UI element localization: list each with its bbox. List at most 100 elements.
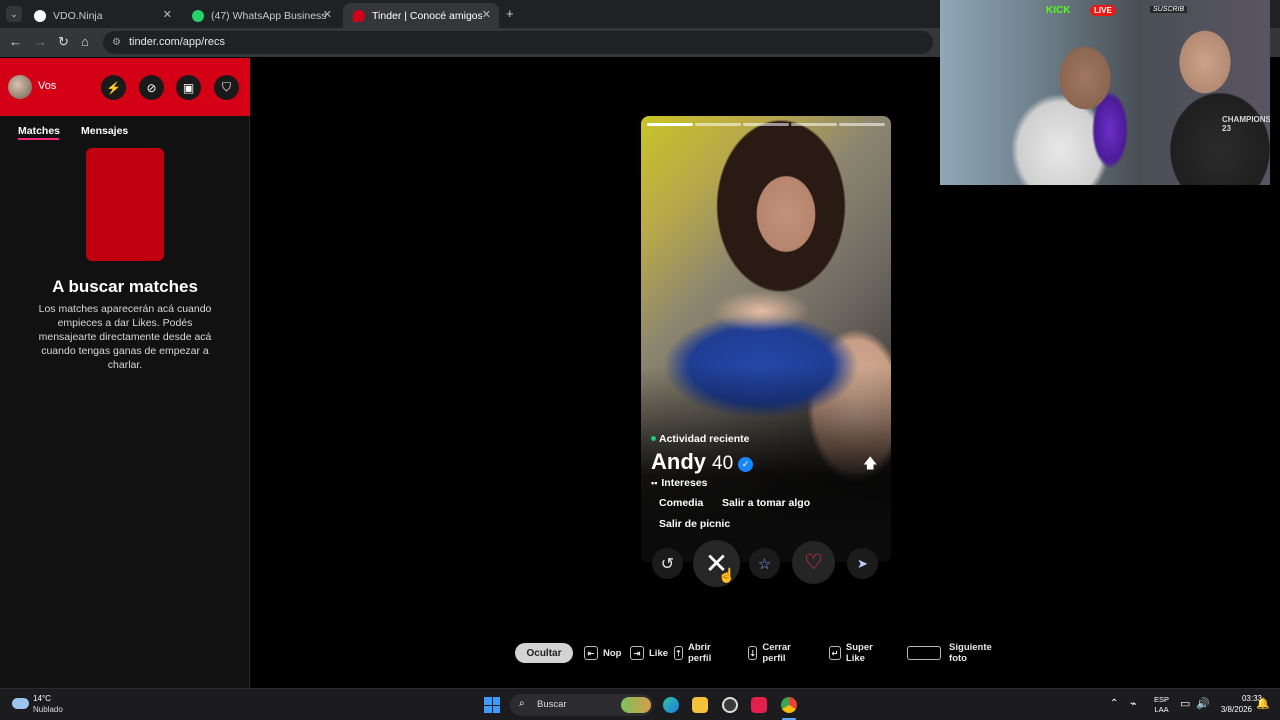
weather-temperature[interactable]: 14°C [33,694,51,703]
home-icon[interactable]: ⌂ [81,34,89,49]
interests-label-text: Intereses [661,477,708,489]
profile-card[interactable]: Actividad reciente Andy 40 ✓ 🡅 ▪▪ Interes… [641,116,891,562]
like-button[interactable]: ♡ [792,541,835,584]
tab-whatsapp[interactable]: (47) WhatsApp Business ✕ [182,3,340,28]
tiktok-icon[interactable] [751,697,767,713]
shield-icon[interactable]: ⛉ [214,75,239,100]
chrome-icon[interactable] [781,697,797,713]
explore-icon[interactable]: ⊘ [139,75,164,100]
empty-state-title: A buscar matches [52,277,198,296]
network-icon[interactable]: ⌁ [1130,697,1137,710]
photo-gradient [641,116,891,562]
shortcut-label: Super Like [845,642,873,664]
forward-icon[interactable]: → [34,34,47,49]
tab-tinder[interactable]: Tinder | Conocé amigos y gente ✕ [343,3,499,28]
open-profile-arrow-icon[interactable]: 🡅 [863,453,877,477]
taskbar: 14°C Nublado ⌕ Buscar ⌃ ⌁ ESP LAA ▭🔊 03:… [0,688,1280,720]
heart-icon: ♡ [804,551,823,574]
search-placeholder: Buscar [537,699,567,710]
edge-icon[interactable] [663,697,679,713]
right-arrow-key-icon: ⇥ [630,646,644,660]
super-like-button[interactable]: ☆ [749,548,780,579]
reload-icon[interactable]: ↻ [58,34,69,50]
interest-chip: Comedia [659,497,704,509]
back-icon[interactable]: ← [9,34,22,49]
briefcase-icon[interactable]: ▣ [176,75,201,100]
obs-icon[interactable] [722,697,738,713]
avatar[interactable] [8,75,32,99]
tab-vdo-ninja[interactable]: VDO.Ninja ✕ [24,3,180,28]
language-indicator[interactable]: ESP LAA [1154,695,1169,715]
address-bar[interactable]: ⚙ tinder.com/app/recs [103,31,933,54]
interests-grid-icon: ▪▪ [651,478,658,488]
shortcut-next-photo: Siguiente foto [907,642,1000,664]
site-info-icon[interactable]: ⚙ [112,37,121,48]
sidebar: Vos ⚡ ⊘ ▣ ⛉ Matches Mensajes A buscar ma… [0,58,250,688]
send-icon: ➤ [857,555,868,571]
shortcut-super-like: ↵ Super Like [829,642,878,664]
jersey-text: CHAMPIONS 23 [1222,115,1270,133]
new-tab-button[interactable]: + [506,6,514,21]
activity-text: Actividad reciente [659,433,750,445]
shortcut-open-profile: ⇡ Abrir perfil [674,642,716,664]
live-badge: LIVE [1090,5,1116,16]
sidebar-header: Vos ⚡ ⊘ ▣ ⛉ [0,58,250,116]
taskbar-search[interactable]: ⌕ Buscar [510,694,653,716]
enter-key-icon: ↵ [829,646,841,660]
whatsapp-icon [192,9,204,22]
clock-date[interactable]: 3/8/2026 [1212,705,1252,714]
notification-bell-icon[interactable]: 🔔 [1256,697,1270,710]
tab-matches[interactable]: Matches [18,125,60,137]
webcam-overlay: KICK LIVE SUSCRIB CHAMPIONS 23 [940,0,1270,185]
url-text: tinder.com/app/recs [129,36,225,48]
activity-status: Actividad reciente [651,433,749,445]
system-tray-icons[interactable]: ▭🔊 [1180,697,1216,710]
tab-title: VDO.Ninja [53,9,103,22]
photo-progress-segment [743,123,789,126]
windows-start-icon[interactable] [484,697,500,713]
down-arrow-key-icon: ⇣ [748,646,758,660]
language-top: ESP [1154,695,1170,704]
space-key-icon [907,646,942,660]
shortcut-label: Abrir perfil [687,642,712,664]
interest-chip: Salir a tomar algo [722,497,811,509]
photo-progress-segment [791,123,837,126]
mouse-cursor-icon: ☝ [718,567,736,583]
match-placeholder-card [86,148,164,261]
close-tab-icon[interactable]: ✕ [482,8,491,21]
tab-title: (47) WhatsApp Business [211,9,327,22]
photo-progress-bar [647,123,885,126]
shortcut-close-profile: ⇣ Cerrar perfil [748,642,796,664]
send-button[interactable]: ➤ [847,548,878,579]
interests-label: ▪▪ Intereses [651,477,708,489]
tab-title: Tinder | Conocé amigos y gente [372,9,482,22]
tinder-icon [353,9,365,22]
close-tab-icon[interactable]: ✕ [163,8,172,21]
left-arrow-key-icon: ⇤ [584,646,598,660]
show-hidden-icons-chevron-icon[interactable]: ⌃ [1110,698,1118,709]
weather-condition[interactable]: Nublado [33,705,63,714]
interest-chip: Salir de picnic [659,518,731,530]
profile-name-row: Andy 40 ✓ [651,449,754,475]
hide-shortcuts-button[interactable]: Ocultar [515,643,573,663]
cloud-icon[interactable] [12,698,29,709]
star-icon: ☆ [757,555,772,573]
tab-search-button[interactable]: ⌄ [6,6,22,22]
close-tab-icon[interactable]: ✕ [323,8,332,21]
tab-messages[interactable]: Mensajes [81,125,128,137]
profile-link[interactable]: Vos [38,80,56,92]
photo-progress-segment [839,123,885,126]
up-arrow-key-icon: ⇡ [674,646,683,660]
subscribe-banner: SUSCRIB [1150,6,1188,13]
active-tab-indicator [18,138,59,140]
shortcut-label: Siguiente foto [949,642,992,664]
vdo-ninja-icon [34,9,46,22]
search-icon: ⌕ [519,698,525,709]
shortcut-like: ⇥ Like [630,646,668,660]
verified-badge-icon: ✓ [738,457,754,472]
file-explorer-icon[interactable] [692,697,708,713]
rewind-icon: ↺ [660,555,675,573]
boost-icon[interactable]: ⚡ [101,75,126,100]
shortcut-label: Nop [603,647,622,659]
rewind-button[interactable]: ↺ [652,548,683,579]
